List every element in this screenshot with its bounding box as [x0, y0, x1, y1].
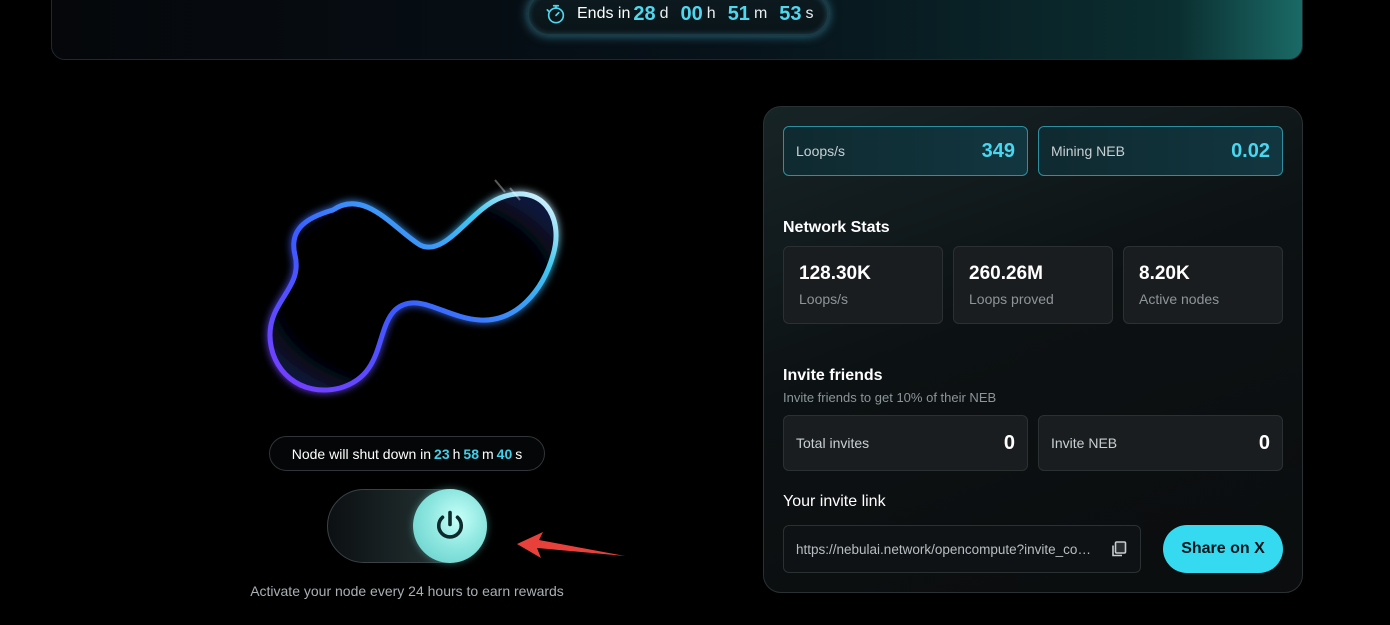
- mining-neb-value: 0.02: [1231, 139, 1270, 162]
- shutdown-seconds: 40: [496, 445, 513, 462]
- shutdown-minutes: 58: [463, 445, 479, 462]
- invite-subtitle: Invite friends to get 10% of their NEB: [783, 390, 997, 405]
- invite-link-field[interactable]: https://nebulai.network/opencompute?invi…: [783, 525, 1141, 573]
- shutdown-minutes-unit: m: [482, 445, 494, 462]
- shutdown-label: Node will shut down in: [291, 445, 432, 462]
- network-loops-label: Loops/s: [799, 291, 849, 307]
- network-card-nodes: 8.20K Active nodes: [1123, 246, 1283, 324]
- total-invites-label: Total invites: [796, 435, 870, 451]
- event-countdown: Ends in 28 d 00 h 51 m 53 s: [527, 0, 829, 36]
- network-loops-value: 128.30K: [799, 263, 871, 284]
- countdown-hours-unit: h: [706, 5, 716, 22]
- share-on-x-button[interactable]: Share on X: [1163, 525, 1283, 573]
- copy-icon[interactable]: [1110, 540, 1128, 558]
- toggle-knob[interactable]: [413, 489, 487, 563]
- node-shutdown-countdown: Node will shut down in 23 h 58 m 40 s: [269, 436, 545, 471]
- network-proved-label: Loops proved: [969, 291, 1054, 307]
- shutdown-hours: 23: [434, 445, 450, 462]
- countdown-hours: 00: [680, 2, 703, 25]
- mining-neb-label: Mining NEB: [1051, 143, 1125, 159]
- annotation-arrow-icon: [517, 532, 625, 558]
- total-invites-box: Total invites 0: [783, 415, 1028, 471]
- invite-neb-label: Invite NEB: [1051, 435, 1118, 451]
- shutdown-hours-unit: h: [452, 445, 461, 462]
- network-card-proved: 260.26M Loops proved: [953, 246, 1113, 324]
- mining-loops-box: Loops/s 349: [783, 126, 1028, 176]
- node-blob-illustration: [267, 179, 559, 393]
- mining-neb-box: Mining NEB 0.02: [1038, 126, 1283, 176]
- node-power-toggle[interactable]: [327, 489, 487, 563]
- network-proved-value: 260.26M: [969, 263, 1043, 284]
- page: Ends in 28 d 00 h 51 m 53 s Node will sh…: [0, 0, 1390, 625]
- countdown-days: 28: [633, 2, 656, 25]
- total-invites-value: 0: [1003, 431, 1015, 454]
- countdown-label: Ends in: [577, 5, 631, 22]
- network-stats-title: Network Stats: [783, 219, 890, 236]
- invite-link-title: Your invite link: [783, 493, 886, 510]
- activate-hint: Activate your node every 24 hours to ear…: [250, 583, 564, 599]
- invite-neb-box: Invite NEB 0: [1038, 415, 1283, 471]
- countdown-minutes: 51: [727, 2, 750, 25]
- countdown-days-unit: d: [659, 5, 669, 22]
- stats-panel: Loops/s 349 Mining NEB 0.02 Network Stat…: [763, 106, 1303, 593]
- network-nodes-value: 8.20K: [1139, 263, 1190, 284]
- invite-title: Invite friends: [783, 367, 883, 384]
- invite-neb-value: 0: [1258, 431, 1270, 454]
- network-nodes-label: Active nodes: [1139, 291, 1220, 307]
- power-icon: [437, 510, 463, 539]
- countdown-seconds-unit: s: [805, 5, 814, 22]
- countdown-minutes-unit: m: [753, 5, 768, 22]
- network-card-loops: 128.30K Loops/s: [783, 246, 943, 324]
- shutdown-seconds-unit: s: [515, 445, 523, 462]
- mining-loops-value: 349: [981, 139, 1015, 162]
- invite-link-url[interactable]: https://nebulai.network/opencompute?invi…: [796, 542, 1098, 557]
- mining-loops-label: Loops/s: [796, 143, 846, 159]
- countdown-seconds: 53: [779, 2, 802, 25]
- stopwatch-icon: [546, 4, 565, 24]
